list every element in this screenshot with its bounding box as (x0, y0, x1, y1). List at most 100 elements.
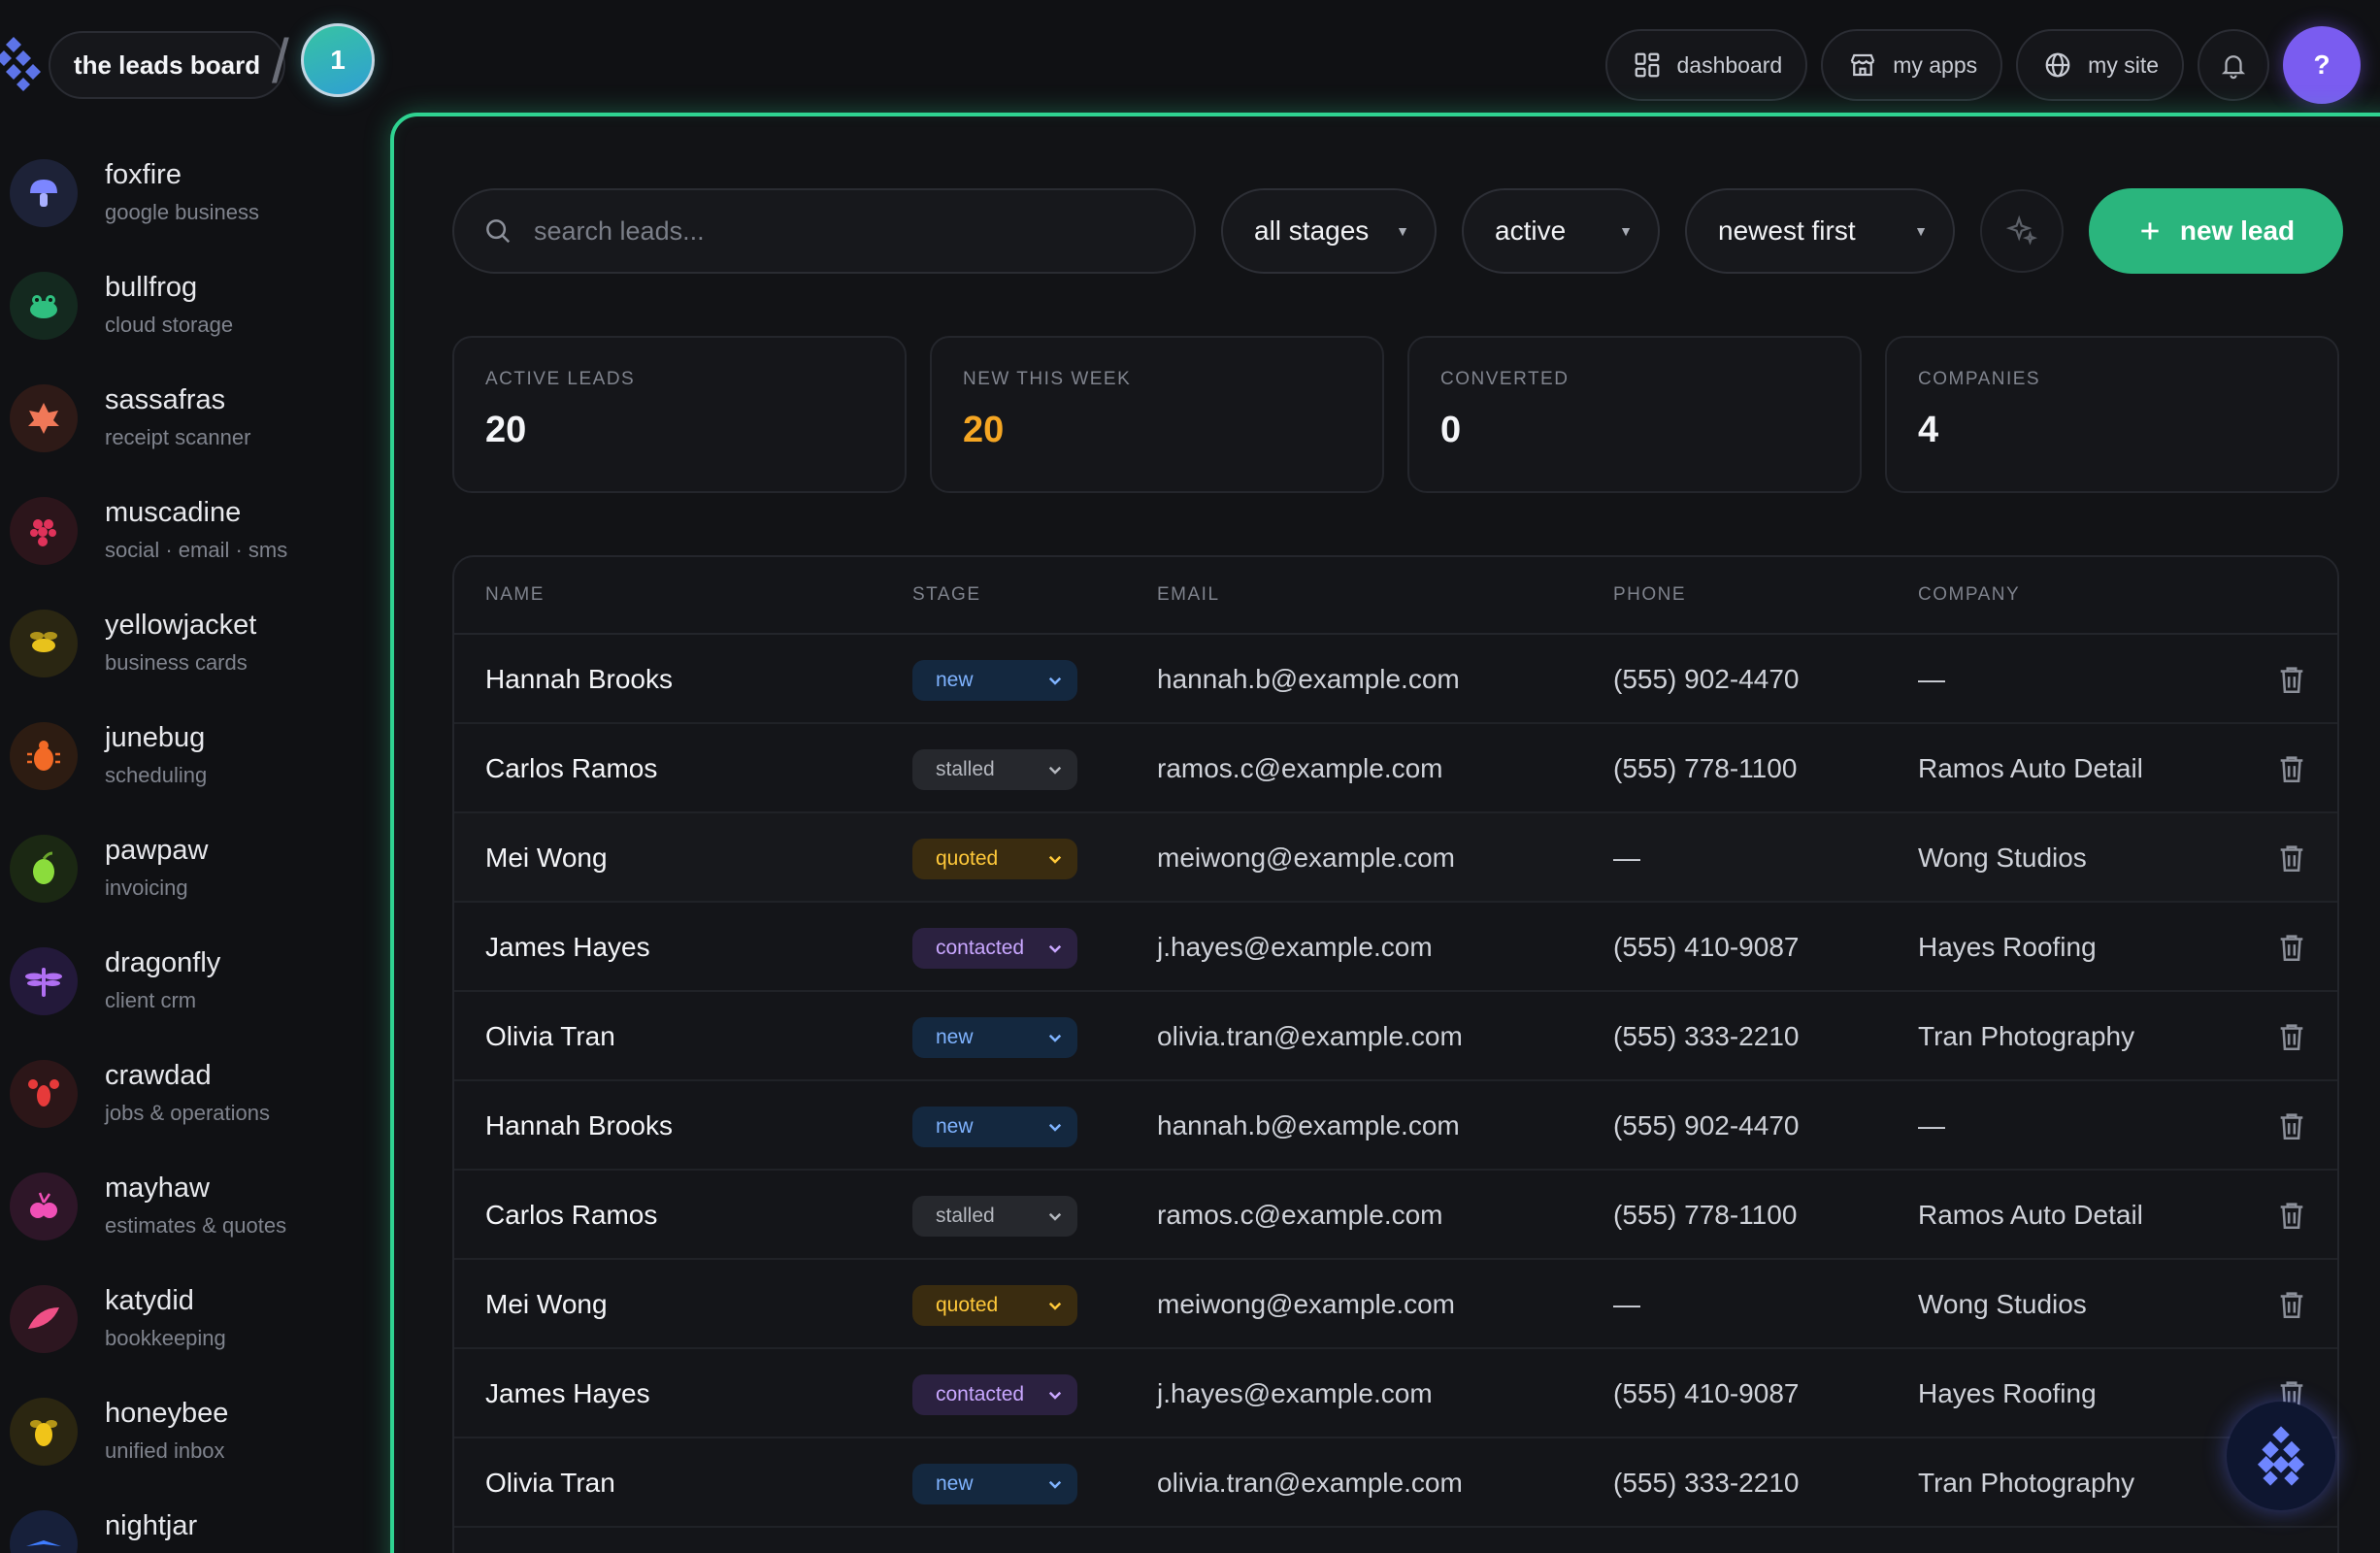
sidebar-item-junebug[interactable]: junebug scheduling (0, 699, 388, 811)
stage-select[interactable]: quoted (912, 839, 1077, 879)
lead-name[interactable]: Hannah Brooks (485, 664, 673, 695)
store-icon (1850, 53, 1875, 77)
nav-my-apps-button[interactable]: my apps (1821, 29, 2003, 101)
search-input[interactable] (534, 215, 1165, 247)
table-row[interactable]: Olivia Tran new olivia.tran@example.com (55… (454, 1438, 2337, 1528)
nav-my-site-button[interactable]: my site (2016, 29, 2184, 101)
sidebar-item-nightjar[interactable]: nightjar (0, 1487, 388, 1553)
lead-email[interactable]: meiwong@example.com (1157, 843, 1455, 874)
grid-icon (1635, 52, 1659, 78)
sidebar-item-honeybee[interactable]: honeybee unified inbox (0, 1374, 388, 1487)
search-icon (486, 219, 511, 244)
assistant-launcher-button[interactable] (2227, 1402, 2335, 1510)
table-row[interactable]: James Hayes contacted j.hayes@example.com (… (454, 1349, 2337, 1438)
sidebar-item-subtitle: google business (105, 200, 260, 224)
nav-dashboard-button[interactable]: dashboard (1604, 29, 1808, 101)
column-header-company[interactable]: COMPANY (1918, 584, 2020, 606)
trash-icon[interactable] (2275, 1108, 2308, 1143)
stage-select[interactable]: stalled (912, 749, 1077, 790)
lead-name[interactable]: Carlos Ramos (485, 753, 657, 784)
sidebar-item-pawpaw[interactable]: pawpaw invoicing (0, 811, 388, 924)
lead-name[interactable]: James Hayes (485, 1378, 650, 1409)
app-sidebar: foxfire google business bullfrog cloud s… (0, 136, 388, 1553)
trash-icon[interactable] (2275, 841, 2308, 876)
sidebar-item-crawdad[interactable]: crawdad jobs & operations (0, 1037, 388, 1149)
table-row[interactable]: Hannah Brooks new hannah.b@example.com (555… (454, 635, 2337, 724)
column-header-name[interactable]: NAME (485, 584, 545, 606)
help-button[interactable]: ? (2283, 26, 2361, 104)
stats-row: ACTIVE LEADS 20 NEW THIS WEEK 20 CONVERT… (452, 336, 2339, 493)
stat-value: 4 (1918, 410, 1939, 450)
step-indicator[interactable]: 1 (301, 23, 375, 97)
sidebar-item-subtitle: scheduling (105, 763, 208, 787)
sidebar-item-name: foxfire (105, 159, 182, 190)
lead-email[interactable]: hannah.b@example.com (1157, 1110, 1460, 1141)
trash-icon[interactable] (2275, 1198, 2308, 1233)
pinecone-logo-icon[interactable] (0, 31, 50, 93)
sidebar-item-sassafras[interactable]: sassafras receipt scanner (0, 361, 388, 474)
stage-select[interactable]: contacted (912, 928, 1077, 969)
table-row[interactable]: Mei Wong quoted meiwong@example.com — Wong S… (454, 1260, 2337, 1349)
lead-name[interactable]: Mei Wong (485, 843, 608, 874)
lead-phone: (555) 778-1100 (1613, 753, 1798, 783)
stage-value: contacted (936, 1383, 1025, 1405)
search-box[interactable] (452, 188, 1196, 274)
sidebar-item-bullfrog[interactable]: bullfrog cloud storage (0, 248, 388, 361)
lead-email[interactable]: ramos.c@example.com (1157, 753, 1443, 784)
lead-name[interactable]: James Hayes (485, 932, 650, 963)
stage-select[interactable]: new (912, 660, 1077, 701)
stage-value: new (936, 669, 974, 691)
lead-name[interactable]: Olivia Tran (485, 1021, 615, 1052)
sidebar-item-dragonfly[interactable]: dragonfly client crm (0, 924, 388, 1037)
lead-name[interactable]: Carlos Ramos (485, 1200, 657, 1231)
lead-company: Wong Studios (1918, 843, 2087, 873)
lead-name[interactable]: Olivia Tran (485, 1468, 615, 1499)
sort-dropdown[interactable]: newest first ▼ (1685, 188, 1955, 274)
column-header-phone[interactable]: PHONE (1613, 584, 1686, 606)
ai-sparkle-button[interactable] (1980, 189, 2064, 273)
sidebar-item-foxfire[interactable]: foxfire google business (0, 136, 388, 248)
stage-select[interactable]: new (912, 1017, 1077, 1058)
status-filter-dropdown[interactable]: active ▼ (1462, 188, 1660, 274)
lead-email[interactable]: olivia.tran@example.com (1157, 1021, 1463, 1052)
stage-select[interactable]: quoted (912, 1285, 1077, 1326)
stage-select[interactable]: new (912, 1107, 1077, 1147)
lead-email[interactable]: hannah.b@example.com (1157, 664, 1460, 695)
table-row[interactable]: James Hayes contacted j.hayes@example.com (… (454, 903, 2337, 992)
trash-icon[interactable] (2275, 751, 2308, 786)
stage-select[interactable]: new (912, 1464, 1077, 1504)
lead-email[interactable]: olivia.tran@example.com (1157, 1468, 1463, 1499)
sidebar-item-yellowjacket[interactable]: yellowjacket business cards (0, 586, 388, 699)
column-header-stage[interactable]: STAGE (912, 584, 981, 606)
new-lead-button[interactable]: new lead (2089, 188, 2343, 274)
stage-value: new (936, 1472, 974, 1495)
table-row[interactable]: Hannah Brooks new hannah.b@example.com (555… (454, 1081, 2337, 1171)
sidebar-item-katydid[interactable]: katydid bookkeeping (0, 1262, 388, 1374)
sidebar-item-mayhaw[interactable]: mayhaw estimates & quotes (0, 1149, 388, 1262)
table-row[interactable]: Olivia Tran new olivia.tran@example.com (55… (454, 992, 2337, 1081)
sidebar-item-muscadine[interactable]: muscadine social · email · sms (0, 474, 388, 586)
lead-name[interactable]: Mei Wong (485, 1289, 608, 1320)
notifications-button[interactable] (2198, 29, 2269, 101)
lead-name[interactable]: Hannah Brooks (485, 1110, 673, 1141)
breadcrumb-separator: / (272, 26, 289, 96)
trash-icon[interactable] (2275, 930, 2308, 965)
grapes-icon (10, 497, 78, 565)
table-row[interactable]: Carlos Ramos stalled ramos.c@example.com (5… (454, 724, 2337, 813)
stage-filter-dropdown[interactable]: all stages ▼ (1221, 188, 1437, 274)
lead-email[interactable]: ramos.c@example.com (1157, 1200, 1443, 1231)
table-row[interactable]: Carlos Ramos stalled ramos.c@example.com (5… (454, 1171, 2337, 1260)
column-header-email[interactable]: EMAIL (1157, 584, 1220, 606)
lead-email[interactable]: j.hayes@example.com (1157, 1378, 1433, 1409)
table-row[interactable]: Mei Wong quoted meiwong@example.com — Wong S… (454, 813, 2337, 903)
sidebar-item-name: yellowjacket (105, 610, 257, 641)
stage-select[interactable]: stalled (912, 1196, 1077, 1237)
lead-email[interactable]: meiwong@example.com (1157, 1289, 1455, 1320)
brand-title-pill[interactable]: the leads board (49, 31, 285, 99)
trash-icon[interactable] (2275, 1019, 2308, 1054)
stage-select[interactable]: contacted (912, 1374, 1077, 1415)
trash-icon[interactable] (2275, 662, 2308, 697)
trash-icon[interactable] (2275, 1287, 2308, 1322)
wasp-icon (10, 610, 78, 677)
lead-email[interactable]: j.hayes@example.com (1157, 932, 1433, 963)
